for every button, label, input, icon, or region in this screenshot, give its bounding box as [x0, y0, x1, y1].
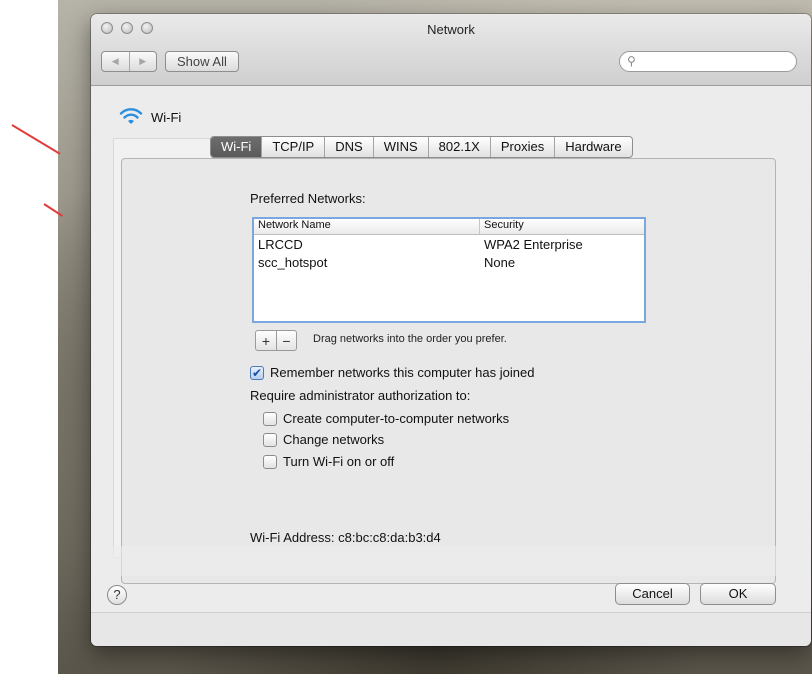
- cancel-button[interactable]: Cancel: [615, 583, 690, 605]
- add-network-button[interactable]: +: [256, 331, 276, 350]
- table-row[interactable]: LRCCD WPA2 Enterprise: [254, 235, 644, 253]
- remember-networks-option[interactable]: ✔ Remember networks this computer has jo…: [250, 365, 534, 380]
- preferred-networks-label: Preferred Networks:: [250, 191, 366, 206]
- advanced-tabs: Wi-Fi TCP/IP DNS WINS 802.1X Proxies Har…: [210, 136, 633, 158]
- drag-hint-text: Drag networks into the order you prefer.: [313, 333, 507, 345]
- create-networks-label: Create computer-to-computer networks: [283, 411, 510, 426]
- security-cell: WPA2 Enterprise: [484, 236, 583, 252]
- table-row[interactable]: scc_hotspot None: [254, 253, 644, 271]
- create-networks-checkbox[interactable]: [263, 411, 277, 426]
- tab-proxies[interactable]: Proxies: [489, 137, 554, 157]
- require-admin-label: Require administrator authorization to:: [250, 388, 471, 403]
- change-networks-option[interactable]: Change networks: [263, 432, 384, 447]
- change-networks-checkbox[interactable]: [263, 432, 277, 447]
- network-name-cell: scc_hotspot: [258, 254, 328, 270]
- back-button[interactable]: ◀: [102, 52, 129, 71]
- column-security[interactable]: Security: [480, 219, 524, 234]
- table-header: Network Name Security: [254, 219, 644, 235]
- search-icon: ⚲: [627, 54, 636, 68]
- toggle-wifi-checkbox[interactable]: [263, 454, 277, 469]
- faded-background-controls: [91, 546, 811, 576]
- back-forward-buttons: ◀ ▶: [101, 51, 157, 72]
- lock-bar: [91, 612, 811, 646]
- toggle-wifi-option[interactable]: Turn Wi-Fi on or off: [263, 454, 394, 469]
- annotation-line: [11, 124, 61, 155]
- interface-header: Wi-Fi: [119, 108, 181, 126]
- window-title: Network: [427, 22, 475, 37]
- help-icon[interactable]: ?: [107, 585, 127, 605]
- security-cell: None: [484, 254, 516, 270]
- tab-hardware[interactable]: Hardware: [554, 137, 631, 157]
- wifi-icon: [119, 108, 143, 124]
- tab-8021x[interactable]: 802.1X: [427, 137, 490, 157]
- network-name-cell: LRCCD: [258, 236, 303, 252]
- ok-button[interactable]: OK: [700, 583, 776, 605]
- remember-networks-label: Remember networks this computer has join…: [270, 365, 535, 380]
- network-preferences-window: Network ◀ ▶ Show All ⚲ Wi-Fi Wi-Fi TCP/I…: [91, 14, 811, 646]
- preferred-networks-table[interactable]: Network Name Security LRCCD WPA2 Enterpr…: [252, 217, 646, 323]
- wifi-address: Wi-Fi Address: c8:bc:c8:da:b3:d4: [250, 530, 441, 545]
- column-network-name[interactable]: Network Name: [254, 219, 480, 234]
- tab-tcpip[interactable]: TCP/IP: [261, 137, 324, 157]
- tab-wins[interactable]: WINS: [372, 137, 428, 157]
- add-remove-buttons: + −: [255, 330, 297, 351]
- forward-button[interactable]: ▶: [128, 52, 157, 71]
- remove-network-button[interactable]: −: [276, 331, 296, 350]
- change-networks-label: Change networks: [283, 432, 385, 447]
- interface-name: Wi-Fi: [151, 109, 182, 125]
- show-all-button[interactable]: Show All: [165, 51, 239, 72]
- remember-networks-checkbox[interactable]: ✔: [250, 365, 264, 380]
- tab-wifi[interactable]: Wi-Fi: [211, 137, 262, 157]
- search-input[interactable]: ⚲: [619, 51, 797, 72]
- title-bar: Network ◀ ▶ Show All ⚲: [91, 14, 811, 86]
- create-networks-option[interactable]: Create computer-to-computer networks: [263, 411, 509, 426]
- tab-dns[interactable]: DNS: [324, 137, 372, 157]
- toggle-wifi-label: Turn Wi-Fi on or off: [283, 454, 395, 469]
